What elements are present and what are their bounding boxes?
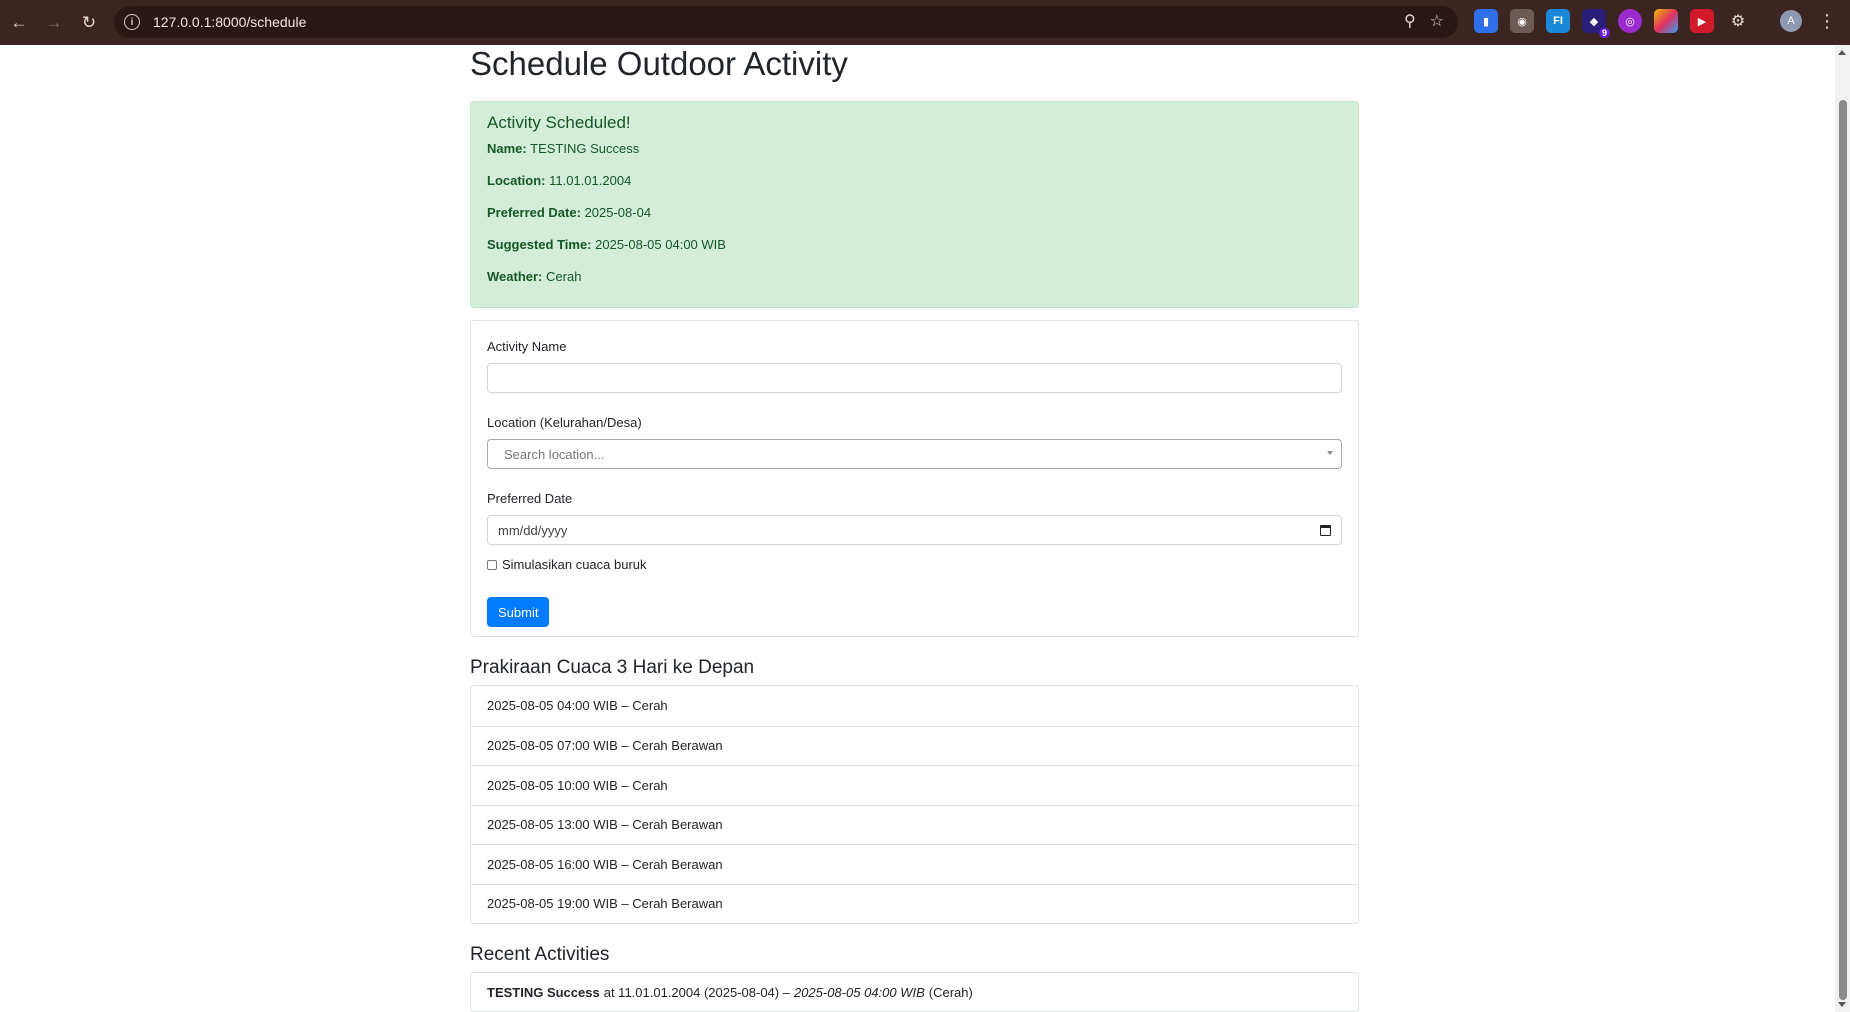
- extensions-puzzle-icon[interactable]: ⚙: [1726, 9, 1750, 33]
- main-container: Schedule Outdoor Activity Activity Sched…: [470, 45, 1359, 1012]
- alert-field-location: Location: 11.01.01.2004: [487, 173, 632, 188]
- browser-menu-icon[interactable]: ⋮: [1818, 8, 1836, 34]
- scroll-up-icon[interactable]: [1838, 50, 1846, 55]
- extension-docs-icon[interactable]: ▮: [1474, 9, 1498, 33]
- profile-avatar[interactable]: A: [1780, 10, 1802, 32]
- location-select[interactable]: Search location...: [487, 439, 1342, 469]
- forecast-item: 2025-08-05 13:00 WIB – Cerah Berawan: [471, 804, 1358, 845]
- forecast-item: 2025-08-05 19:00 WIB – Cerah Berawan: [471, 883, 1358, 924]
- dropdown-caret-icon: [1327, 451, 1333, 455]
- forecast-item: 2025-08-05 10:00 WIB – Cerah: [471, 765, 1358, 805]
- recent-activity-name: TESTING Success: [487, 984, 600, 1000]
- page-scrollbar[interactable]: [1835, 45, 1850, 1012]
- extension-badge-icon[interactable]: ◆ 9: [1582, 9, 1610, 38]
- back-icon[interactable]: ←: [3, 7, 35, 39]
- recent-activity-weather: (Cerah): [928, 984, 973, 1000]
- alert-field-suggested-time: Suggested Time: 2025-08-05 04:00 WIB: [487, 237, 726, 252]
- activity-name-input[interactable]: [487, 363, 1342, 393]
- simulate-bad-weather-row[interactable]: Simulasikan cuaca buruk: [487, 557, 1342, 572]
- extension-owl-icon[interactable]: ◉: [1510, 9, 1534, 33]
- location-placeholder: Search location...: [504, 446, 605, 462]
- submit-button[interactable]: Submit: [487, 597, 550, 627]
- scroll-down-icon[interactable]: [1838, 1002, 1846, 1007]
- site-info-icon[interactable]: i: [124, 14, 140, 30]
- recent-activities-title: Recent Activities: [470, 944, 610, 965]
- extension-video-icon[interactable]: ▶: [1690, 9, 1714, 33]
- bookmark-star-icon[interactable]: ☆: [1430, 11, 1444, 31]
- success-alert: Activity Scheduled! Name: TESTING Succes…: [470, 101, 1359, 308]
- preferred-date-label: Preferred Date: [487, 491, 573, 506]
- forecast-title: Prakiraan Cuaca 3 Hari ke Depan: [470, 657, 755, 678]
- date-placeholder: mm/dd/yyyy: [498, 522, 568, 538]
- forecast-item: 2025-08-05 16:00 WIB – Cerah Berawan: [471, 844, 1358, 884]
- calendar-icon[interactable]: [1320, 525, 1331, 536]
- address-url[interactable]: 127.0.0.1:8000/schedule: [153, 14, 306, 30]
- activity-name-label: Activity Name: [487, 339, 567, 354]
- address-bar[interactable]: i 127.0.0.1:8000/schedule ⚲ ☆: [114, 6, 1458, 38]
- recent-activity-location: at 11.01.01.2004 (2025-08-04) –: [603, 984, 790, 1000]
- simulate-bad-weather-checkbox[interactable]: [487, 559, 497, 570]
- forward-icon[interactable]: →: [38, 7, 70, 39]
- page-title: Schedule Outdoor Activity: [470, 45, 848, 82]
- alert-field-weather: Weather: Cerah: [487, 269, 582, 284]
- extension-circle-icon[interactable]: ◎: [1618, 9, 1642, 33]
- recent-activity-item: TESTING Success at 11.01.01.2004 (2025-0…: [470, 972, 1359, 1012]
- recent-activity-time: 2025-08-05 04:00 WIB: [793, 984, 925, 1000]
- forecast-item: 2025-08-05 04:00 WIB – Cerah: [487, 698, 668, 714]
- schedule-form: Activity Name Location (Kelurahan/Desa) …: [470, 320, 1359, 637]
- alert-field-preferred-date: Preferred Date: 2025-08-04: [487, 205, 652, 220]
- extension-fi-icon[interactable]: FI: [1546, 9, 1570, 33]
- forecast-list: 2025-08-05 04:00 WIB – Cerah 2025-08-05 …: [470, 685, 1359, 924]
- reload-icon[interactable]: ↻: [73, 7, 105, 39]
- simulate-bad-weather-label[interactable]: Simulasikan cuaca buruk: [502, 557, 647, 572]
- alert-heading: Activity Scheduled!: [487, 113, 631, 132]
- extension-badge-count: 9: [1598, 28, 1610, 38]
- extension-color-icon[interactable]: [1654, 9, 1678, 33]
- location-label: Location (Kelurahan/Desa): [487, 415, 642, 430]
- zoom-icon[interactable]: ⚲: [1404, 11, 1416, 31]
- browser-toolbar: ← → ↻ i 127.0.0.1:8000/schedule ⚲ ☆ ▮ ◉ …: [0, 0, 1850, 45]
- alert-field-name: Name: TESTING Success: [487, 141, 640, 156]
- forecast-item: 2025-08-05 07:00 WIB – Cerah Berawan: [471, 725, 1358, 766]
- scroll-thumb[interactable]: [1839, 100, 1847, 1000]
- preferred-date-input[interactable]: mm/dd/yyyy: [487, 515, 1342, 545]
